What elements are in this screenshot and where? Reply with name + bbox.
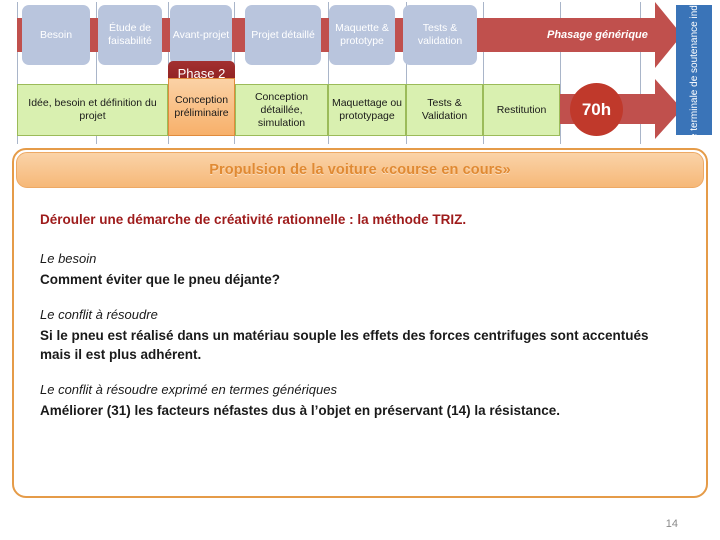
phase-box-4: Maquette & prototype	[329, 5, 395, 65]
block-label-2: Le conflit à résoudre exprimé en termes …	[40, 382, 337, 397]
content-card: Propulsion de la voiture «course en cour…	[12, 148, 708, 498]
content-block-0: Le besoin Comment éviter que le pneu déja…	[40, 251, 680, 289]
card-header: Propulsion de la voiture «course en cour…	[16, 152, 704, 188]
final-exam-label: Épreuve terminale de soutenance individu…	[688, 0, 700, 171]
step-box-5: Restitution	[483, 84, 560, 136]
block-label-0: Le besoin	[40, 251, 97, 266]
phase-box-3: Projet détaillé	[245, 5, 321, 65]
content-block-1: Le conflit à résoudre Si le pneu est réal…	[40, 307, 680, 364]
step-box-3: Maquettage ou prototypage	[328, 84, 406, 136]
block-text-2: Améliorer (31) les facteurs néfastes dus…	[40, 403, 560, 418]
step-box-2: Conception détaillée, simulation	[235, 84, 328, 136]
card-body: Dérouler une démarche de créativité rati…	[14, 190, 706, 420]
content-block-2: Le conflit à résoudre exprimé en termes …	[40, 382, 680, 420]
timeline-diagram: Phasage générique Besoin Étude de faisabi…	[0, 0, 720, 171]
card-title: Propulsion de la voiture «course en cour…	[209, 162, 511, 178]
step-box-4: Tests & Validation	[406, 84, 483, 136]
page-number: 14	[665, 518, 678, 530]
phase-box-2: Avant-projet	[170, 5, 232, 65]
content-blocks: Le besoin Comment éviter que le pneu déja…	[40, 251, 680, 420]
final-exam-box: Épreuve terminale de soutenance individu…	[676, 0, 712, 171]
block-label-1: Le conflit à résoudre	[40, 307, 158, 322]
generic-phasing-label: Phasage générique	[547, 29, 648, 41]
block-text-0: Comment éviter que le pneu déjante?	[40, 272, 281, 287]
phase-box-5: Tests & validation	[403, 5, 477, 65]
step-box-1: Conception préliminaire	[168, 78, 235, 136]
step-box-0: Idée, besoin et définition du projet	[17, 84, 168, 136]
phase-box-0: Besoin	[22, 5, 90, 65]
phase-box-1: Étude de faisabilité	[98, 5, 162, 65]
duration-badge: 70h	[570, 83, 623, 136]
card-heading: Dérouler une démarche de créativité rati…	[40, 212, 467, 227]
block-text-1: Si le pneu est réalisé dans un matériau …	[40, 328, 649, 362]
